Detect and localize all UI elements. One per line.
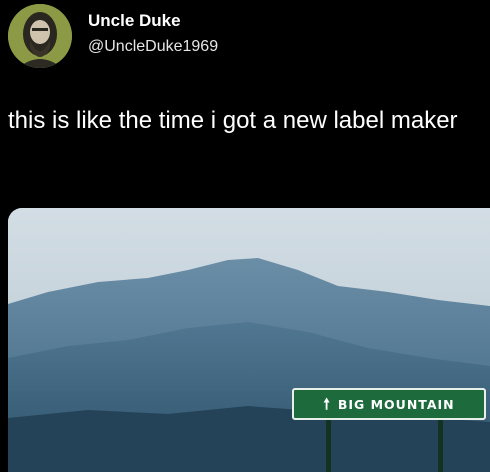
avatar[interactable] [8, 4, 72, 68]
display-name[interactable]: Uncle Duke [88, 11, 181, 31]
up-arrow-icon: 🠕 [323, 395, 330, 413]
sign-post-right [438, 420, 443, 472]
sign-label: BIG MOUNTAIN [337, 396, 455, 412]
tweet-text: this is like the time i got a new label … [8, 107, 458, 134]
sign-post-left [326, 420, 331, 472]
avatar-photo-icon [8, 4, 72, 68]
user-handle[interactable]: @UncleDuke1969 [88, 38, 218, 56]
big-mountain-sign: 🠕 BIG MOUNTAIN [292, 388, 486, 420]
tweet-card: Uncle Duke @UncleDuke1969 this is like t… [0, 0, 490, 472]
tweet-image[interactable]: 🠕 BIG MOUNTAIN [8, 208, 490, 472]
mountain-landscape-image [8, 208, 490, 472]
